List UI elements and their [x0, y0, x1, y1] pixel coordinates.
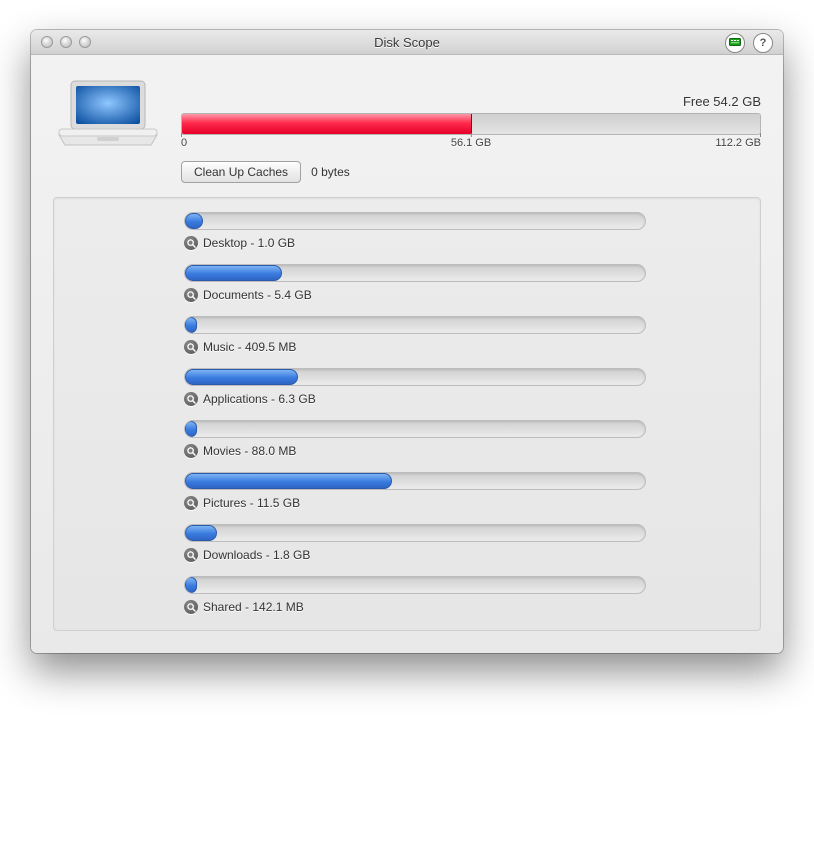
folder-label: Documents - 5.4 GB — [203, 288, 312, 302]
clean-caches-button[interactable]: Clean Up Caches — [181, 161, 301, 183]
magnify-icon[interactable] — [184, 392, 198, 406]
board-icon[interactable] — [725, 33, 745, 53]
folder-usage-fill — [185, 473, 392, 489]
folder-label-row: Downloads - 1.8 GB — [184, 548, 740, 562]
folder-row: Music - 409.5 MB — [184, 316, 740, 354]
window-title: Disk Scope — [374, 35, 440, 50]
folder-label-row: Music - 409.5 MB — [184, 340, 740, 354]
folder-usage-bar — [184, 316, 646, 334]
titlebar[interactable]: Disk Scope ? — [31, 30, 783, 55]
tick-total: 112.2 GB — [715, 137, 761, 149]
magnify-icon[interactable] — [184, 340, 198, 354]
folder-usage-bar — [184, 264, 646, 282]
folder-row: Documents - 5.4 GB — [184, 264, 740, 302]
folder-label: Shared - 142.1 MB — [203, 600, 304, 614]
zoom-window-button[interactable] — [79, 36, 91, 48]
folder-row: Downloads - 1.8 GB — [184, 524, 740, 562]
magnify-icon[interactable] — [184, 444, 198, 458]
folder-usage-bar — [184, 576, 646, 594]
folder-row: Desktop - 1.0 GB — [184, 212, 740, 250]
help-button[interactable]: ? — [753, 33, 773, 53]
folder-usage-fill — [185, 369, 298, 385]
disk-usage-column: Free 54.2 GB 0 56.1 GB 112.2 GB — [181, 94, 761, 153]
folder-label: Movies - 88.0 MB — [203, 444, 296, 458]
folder-usage-bar — [184, 368, 646, 386]
folder-label-row: Movies - 88.0 MB — [184, 444, 740, 458]
magnify-icon[interactable] — [184, 496, 198, 510]
cache-size-label: 0 bytes — [311, 165, 350, 179]
disk-usage-bar — [181, 113, 761, 135]
tick-zero: 0 — [181, 137, 187, 149]
cache-row: Clean Up Caches 0 bytes — [181, 161, 761, 183]
folder-usage-fill — [185, 317, 197, 333]
folder-label-row: Pictures - 11.5 GB — [184, 496, 740, 510]
folder-usage-fill — [185, 265, 282, 281]
minimize-window-button[interactable] — [60, 36, 72, 48]
folder-usage-bar — [184, 420, 646, 438]
folder-label: Music - 409.5 MB — [203, 340, 296, 354]
magnify-icon[interactable] — [184, 548, 198, 562]
folder-usage-fill — [185, 213, 203, 229]
folder-row: Applications - 6.3 GB — [184, 368, 740, 406]
folder-usage-fill — [185, 577, 197, 593]
disk-usage-ticks: 0 56.1 GB 112.2 GB — [181, 137, 761, 153]
folder-usage-bar — [184, 472, 646, 490]
folder-usage-fill — [185, 421, 197, 437]
folder-usage-bar — [184, 212, 646, 230]
folder-label: Applications - 6.3 GB — [203, 392, 316, 406]
help-icon: ? — [760, 37, 767, 49]
free-space-label: Free 54.2 GB — [181, 94, 761, 109]
app-window: Disk Scope ? — [31, 30, 783, 653]
folder-row: Movies - 88.0 MB — [184, 420, 740, 458]
folder-label: Downloads - 1.8 GB — [203, 548, 310, 562]
magnify-icon[interactable] — [184, 236, 198, 250]
disk-summary: Free 54.2 GB 0 56.1 GB 112.2 GB — [53, 73, 761, 153]
folder-label-row: Applications - 6.3 GB — [184, 392, 740, 406]
folders-panel: Desktop - 1.0 GB Documents - 5.4 GB Music … — [53, 197, 761, 631]
folder-usage-fill — [185, 525, 217, 541]
toolbar-right: ? — [725, 33, 773, 53]
close-window-button[interactable] — [41, 36, 53, 48]
folder-label-row: Desktop - 1.0 GB — [184, 236, 740, 250]
disk-usage-fill — [182, 114, 472, 134]
content: Free 54.2 GB 0 56.1 GB 112.2 GB Clean Up… — [31, 55, 783, 653]
magnify-icon[interactable] — [184, 600, 198, 614]
folder-row: Shared - 142.1 MB — [184, 576, 740, 614]
folder-label-row: Shared - 142.1 MB — [184, 600, 740, 614]
magnify-icon[interactable] — [184, 288, 198, 302]
window-controls — [41, 36, 91, 48]
folder-label: Pictures - 11.5 GB — [203, 496, 300, 510]
folder-label-row: Documents - 5.4 GB — [184, 288, 740, 302]
computer-icon — [53, 73, 163, 153]
folder-usage-bar — [184, 524, 646, 542]
tick-used: 56.1 GB — [451, 137, 491, 149]
folder-row: Pictures - 11.5 GB — [184, 472, 740, 510]
folder-label: Desktop - 1.0 GB — [203, 236, 295, 250]
